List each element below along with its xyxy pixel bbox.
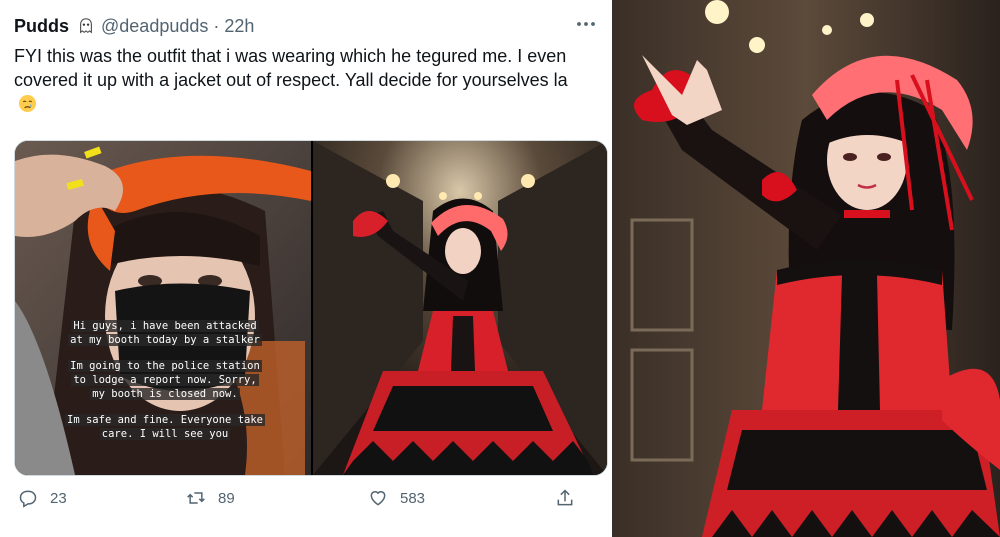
cosplay-outfit-image[interactable]: [313, 141, 607, 475]
retweet-count: 89: [218, 489, 235, 507]
tweet-card: Pudds @deadpudds · 22h FYI this was the …: [0, 0, 612, 537]
tweet-header: Pudds @deadpudds · 22h: [14, 14, 598, 38]
more-options-icon[interactable]: [574, 12, 598, 36]
cosplay-closeup-photo: [612, 0, 1000, 537]
ghost-icon: [80, 18, 93, 34]
tweet-text: FYI this was the outfit that i was weari…: [14, 44, 584, 116]
reply-button[interactable]: 23: [18, 488, 67, 508]
reply-icon: [19, 490, 37, 508]
cosplay-corridor-photo: [313, 141, 607, 475]
display-name[interactable]: Pudds: [14, 16, 69, 37]
reply-count: 23: [50, 489, 67, 507]
separator-dot: ·: [213, 15, 220, 36]
share-button[interactable]: [555, 488, 587, 508]
tweet-body: FYI this was the outfit that i was weari…: [14, 46, 568, 90]
retweet-icon: [187, 492, 205, 504]
tweet-timestamp[interactable]: 22h: [224, 16, 254, 37]
story-caption-line-2: Im going to the police station to lodge …: [68, 360, 262, 400]
retweet-button[interactable]: 89: [186, 488, 235, 508]
story-screenshot-image[interactable]: Hi guys, i have been attacked at my boot…: [15, 141, 311, 475]
share-icon: [557, 489, 573, 506]
like-button[interactable]: 583: [368, 488, 425, 508]
story-caption-line-3: Im safe and fine. Everyone take care. I …: [65, 414, 265, 440]
heart-icon: [370, 491, 386, 506]
like-count: 583: [400, 489, 426, 507]
crying-face-emoji-icon: [18, 94, 37, 113]
story-caption-line-1: Hi guys, i have been attacked at my boot…: [68, 320, 262, 346]
user-handle[interactable]: @deadpudds: [101, 16, 208, 37]
cosplay-closeup-image: [612, 0, 1000, 537]
story-caption: Hi guys, i have been attacked at my boot…: [65, 319, 265, 453]
tweet-media-grid[interactable]: Hi guys, i have been attacked at my boot…: [14, 140, 608, 476]
tweet-action-bar: 23 89 583: [18, 488, 593, 518]
